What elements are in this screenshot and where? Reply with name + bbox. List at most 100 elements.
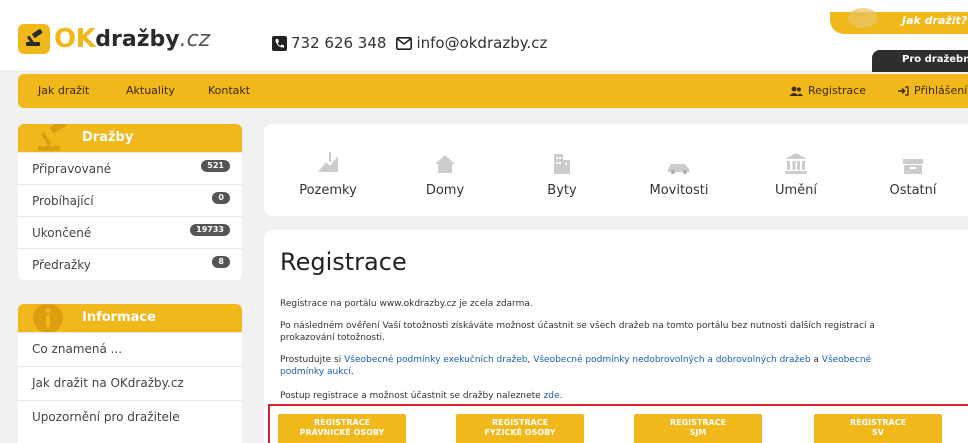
- button-line2: FYZICKÉ OSOBY: [484, 428, 556, 437]
- sidebar-item-label: Upozornění pro dražitele: [32, 410, 180, 424]
- nav-prihlaseni-link[interactable]: Přihlášení: [898, 84, 967, 97]
- sidebar-informace-panel: Informace Co znamená ... Jak dražit na O…: [18, 304, 242, 443]
- registration-options-box: REGISTRACE PRÁVNICKÉ OSOBY REGISTRACE FY…: [268, 404, 968, 443]
- count-badge: 0: [212, 192, 230, 204]
- button-line2: PRÁVNICKÉ OSOBY: [299, 428, 385, 437]
- category-label: Byty: [547, 183, 577, 198]
- chat-bubble-icon: [848, 8, 878, 28]
- conditions-sep: a: [810, 355, 822, 365]
- category-label: Domy: [425, 183, 465, 198]
- jak-drazit-hint[interactable]: Jak dražit?: [830, 8, 968, 34]
- link-exekucni-podminky[interactable]: Všeobecné podmínky exekučních dražeb: [344, 355, 527, 365]
- sidebar-item-label: Předražky: [32, 258, 91, 272]
- category-bar: Pozemky Domy Byty Movitosti Umění Ostatn…: [264, 124, 968, 216]
- contact-bar: 732 626 348 info@okdrazby.cz: [272, 34, 547, 52]
- phone-number[interactable]: 732 626 348: [291, 34, 386, 52]
- button-line1: REGISTRACE: [669, 418, 727, 427]
- sidebar-item-predrazky[interactable]: Předražky 8: [18, 248, 242, 280]
- button-line1: REGISTRACE: [313, 418, 371, 427]
- nav-registrace-link[interactable]: Registrace: [789, 84, 866, 97]
- register-sjm-button[interactable]: REGISTRACE SJM: [634, 414, 762, 443]
- site-logo[interactable]: OK dražby .cz: [18, 22, 210, 56]
- conditions-end: .: [350, 367, 354, 377]
- house-icon: [395, 144, 495, 174]
- link-nedobrovolne-podminky[interactable]: Všeobecné podmínky nedobrovolných a dobr…: [533, 355, 810, 365]
- category-domy[interactable]: Domy: [395, 144, 495, 198]
- sidebar-drazby-title: Dražby: [82, 130, 134, 145]
- button-line1: REGISTRACE: [491, 418, 549, 427]
- nav-registrace-label: Registrace: [808, 84, 867, 97]
- sidebar-item-jak-drazit[interactable]: Jak dražit na OKdražby.cz: [18, 366, 242, 400]
- count-badge: 8: [212, 256, 230, 268]
- nav-item-aktuality[interactable]: Aktuality: [126, 84, 175, 97]
- category-label: Umění: [774, 183, 818, 198]
- nav-prihlaseni-label: Přihlášení: [914, 84, 968, 97]
- sidebar-item-probihajici[interactable]: Probíhající 0: [18, 184, 242, 216]
- sidebar-item-label: Ukončené: [32, 226, 92, 240]
- category-label: Movitosti: [649, 183, 709, 198]
- sidebar-item-co-znamena[interactable]: Co znamená ...: [18, 332, 242, 366]
- land-icon: [278, 144, 378, 174]
- site-header: OK dražby .cz 732 626 348 info@okdrazby.…: [0, 0, 968, 72]
- category-label: Pozemky: [299, 183, 357, 198]
- page-title: Registrace: [280, 248, 407, 276]
- phone-icon: [272, 35, 287, 51]
- link-zde[interactable]: zde: [544, 391, 560, 401]
- link-aukce-podminky-cont[interactable]: podmínky aukcí: [280, 367, 351, 377]
- main-nav: Jak dražit Aktuality Kontakt Registrace …: [18, 74, 968, 108]
- count-badge: 521: [201, 160, 230, 172]
- sidebar-item-label: Připravované: [32, 162, 112, 176]
- count-badge: 19733: [190, 224, 230, 236]
- page: OK dražby .cz 732 626 348 info@okdrazby.…: [0, 0, 968, 443]
- jak-drazit-hint-label: Jak dražit?: [902, 14, 968, 27]
- pro-drazebniky-tab[interactable]: Pro dražebníky: [872, 50, 968, 72]
- category-movitosti[interactable]: Movitosti: [629, 144, 729, 198]
- register-sv-button[interactable]: REGISTRACE SV: [814, 414, 942, 443]
- users-icon: [789, 86, 803, 96]
- button-line1: REGISTRACE: [849, 418, 907, 427]
- envelope-icon: [396, 36, 413, 50]
- link-aukce-podminky[interactable]: Všeobecné: [822, 355, 871, 365]
- registrace-conditions: Prostudujte si Všeobecné podmínky exekuč…: [280, 354, 968, 378]
- car-icon: [629, 144, 729, 174]
- nav-item-jak-drazit[interactable]: Jak dražit: [38, 84, 89, 97]
- logo-drazby-text: dražby: [95, 26, 180, 52]
- nav-item-kontakt[interactable]: Kontakt: [208, 84, 250, 97]
- register-legal-entity-button[interactable]: REGISTRACE PRÁVNICKÉ OSOBY: [278, 414, 406, 443]
- sidebar-item-pripravovane[interactable]: Připravované 521: [18, 152, 242, 184]
- museum-icon: [746, 144, 846, 174]
- category-ostatni[interactable]: Ostatní: [863, 144, 963, 198]
- registrace-info: Po následném ověření Vaší totožnosti zís…: [280, 320, 968, 344]
- conditions-prefix: Prostudujte si: [280, 355, 345, 365]
- button-line2: SJM: [689, 428, 707, 437]
- register-natural-person-button[interactable]: REGISTRACE FYZICKÉ OSOBY: [456, 414, 584, 443]
- button-line2: SV: [872, 428, 884, 437]
- category-byty[interactable]: Byty: [512, 144, 612, 198]
- box-icon: [863, 144, 963, 174]
- sidebar-item-label: Co znamená ...: [32, 342, 123, 356]
- sidebar-drazby-panel: Dražby Připravované 521 Probíhající 0 Uk…: [18, 124, 242, 280]
- category-umeni[interactable]: Umění: [746, 144, 846, 198]
- sidebar-informace-header: Informace: [18, 304, 242, 333]
- registrace-intro: Registrace na portálu www.okdrazby.cz je…: [280, 299, 533, 309]
- registrace-section: Registrace Registrace na portálu www.okd…: [264, 230, 968, 443]
- gavel-logo-icon: [18, 24, 50, 54]
- logo-ok-text: OK: [54, 24, 96, 54]
- email-link[interactable]: info@okdrazby.cz: [416, 34, 547, 52]
- sidebar-drazby-header: Dražby: [18, 124, 242, 152]
- registrace-info-line2: prokazování totožnosti.: [280, 333, 386, 343]
- postup-text: Postup registrace a možnost účastnit se …: [280, 391, 544, 401]
- sidebar-item-label: Jak dražit na OKdražby.cz: [32, 376, 184, 390]
- category-pozemky[interactable]: Pozemky: [278, 144, 378, 198]
- registrace-postup: Postup registrace a možnost účastnit se …: [280, 390, 968, 402]
- sidebar-item-upozorneni[interactable]: Upozornění pro dražitele: [18, 400, 242, 434]
- sign-in-icon: [898, 85, 909, 96]
- sidebar-item-label: Probíhající: [32, 194, 94, 208]
- category-label: Ostatní: [889, 183, 937, 198]
- building-icon: [512, 144, 612, 174]
- registrace-info-line1: Po následném ověření Vaší totožnosti zís…: [280, 321, 875, 331]
- sidebar-item-ukoncene[interactable]: Ukončené 19733: [18, 216, 242, 248]
- postup-end: .: [559, 391, 563, 401]
- logo-cz-text: .cz: [179, 26, 211, 52]
- sidebar-informace-title: Informace: [82, 310, 156, 325]
